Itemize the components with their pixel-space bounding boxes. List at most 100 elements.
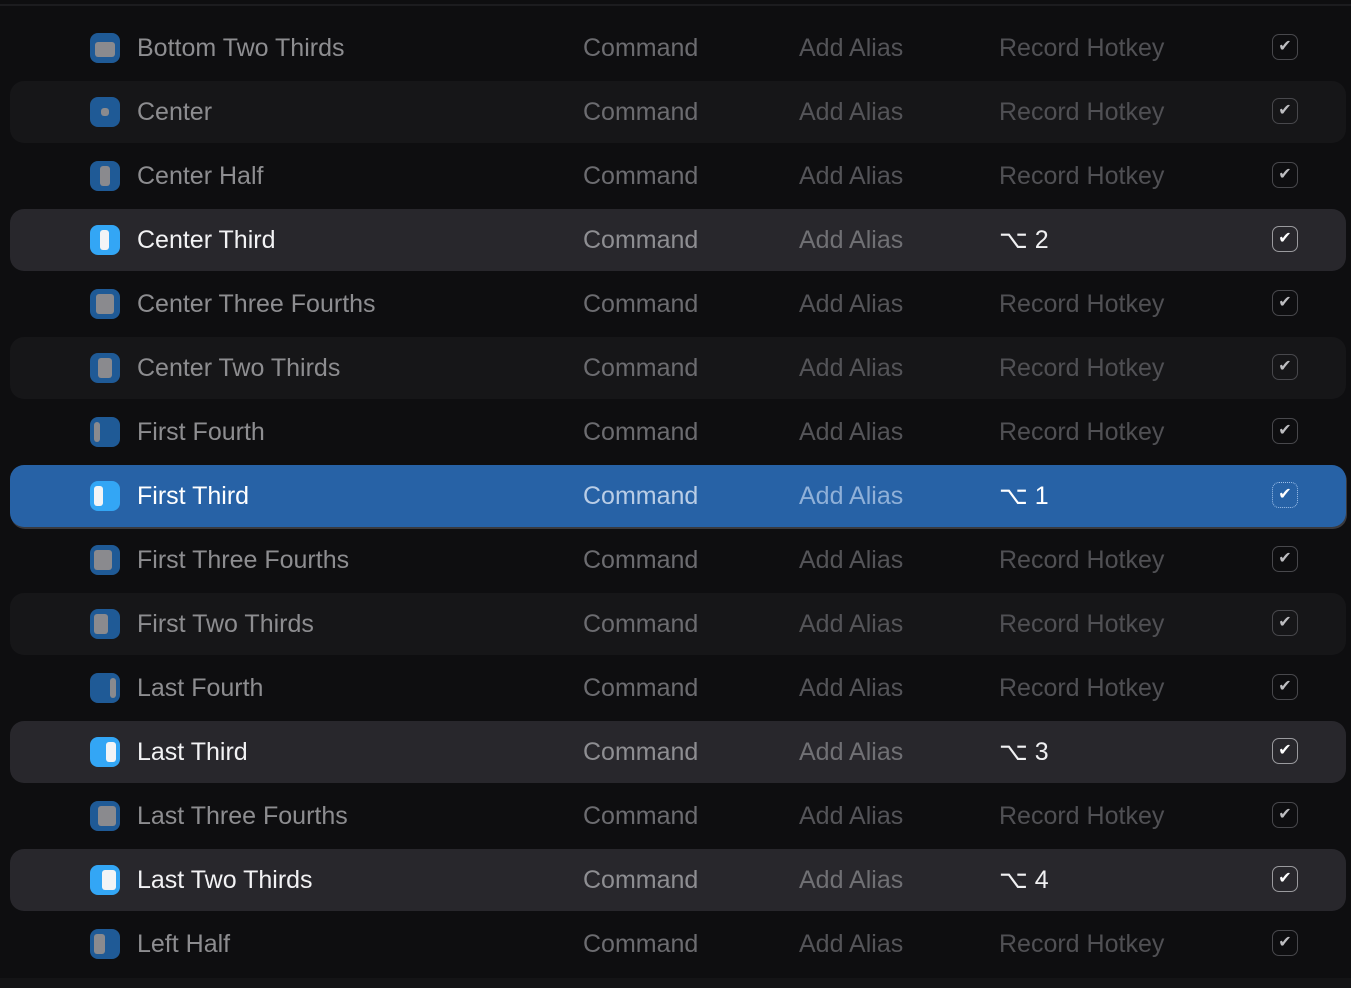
hotkey-recorder[interactable]: Record Hotkey	[999, 929, 1164, 959]
hotkey-recorder[interactable]: ⌥ 3	[999, 737, 1049, 767]
command-type: Command	[583, 290, 699, 318]
command-row[interactable]: Center Command Add Alias Record Hotkey ✔	[10, 81, 1346, 143]
enabled-checkbox[interactable]: ✔	[1272, 354, 1298, 380]
command-row[interactable]: Center Third Command Add Alias ⌥ 2 ✔	[10, 209, 1346, 271]
first-two-thirds-icon	[90, 609, 120, 639]
command-row[interactable]: Last Two Thirds Command Add Alias ⌥ 4 ✔	[10, 849, 1346, 911]
add-alias-button[interactable]: Add Alias	[799, 801, 903, 831]
add-alias-button[interactable]: Add Alias	[799, 33, 903, 63]
command-type: Command	[583, 546, 699, 574]
center-icon	[90, 97, 120, 127]
add-alias-button[interactable]: Add Alias	[799, 929, 903, 959]
add-alias-button[interactable]: Add Alias	[799, 865, 903, 895]
hotkey-recorder[interactable]: Record Hotkey	[999, 801, 1164, 831]
last-third-icon	[90, 737, 120, 767]
checkmark-icon: ✔	[1278, 678, 1292, 695]
command-row[interactable]: Center Two Thirds Command Add Alias Reco…	[10, 337, 1346, 399]
hotkey-recorder[interactable]: Record Hotkey	[999, 353, 1164, 383]
add-alias-button[interactable]: Add Alias	[799, 289, 903, 319]
enabled-checkbox[interactable]: ✔	[1272, 290, 1298, 316]
add-alias-button[interactable]: Add Alias	[799, 97, 903, 127]
enabled-checkbox[interactable]: ✔	[1272, 866, 1298, 892]
checkmark-icon: ✔	[1278, 934, 1292, 951]
command-name: Last Three Fourths	[137, 802, 348, 830]
hotkey-recorder[interactable]: ⌥ 2	[999, 225, 1049, 255]
command-type: Command	[583, 34, 699, 62]
enabled-checkbox[interactable]: ✔	[1272, 162, 1298, 188]
left-half-icon	[90, 929, 120, 959]
checkmark-icon: ✔	[1278, 422, 1292, 439]
command-row[interactable]: Last Third Command Add Alias ⌥ 3 ✔	[10, 721, 1346, 783]
enabled-checkbox[interactable]: ✔	[1272, 930, 1298, 956]
add-alias-button[interactable]: Add Alias	[799, 481, 903, 511]
command-type: Command	[583, 738, 699, 766]
add-alias-button[interactable]: Add Alias	[799, 225, 903, 255]
command-type: Command	[583, 354, 699, 382]
command-name: Left Half	[137, 930, 231, 958]
enabled-checkbox[interactable]: ✔	[1272, 674, 1298, 700]
checkmark-icon: ✔	[1278, 38, 1292, 55]
checkmark-icon: ✔	[1278, 870, 1292, 887]
center-two-thirds-icon	[90, 353, 120, 383]
command-row[interactable]: Last Three Fourths Command Add Alias Rec…	[10, 785, 1346, 847]
last-two-thirds-icon	[90, 865, 120, 895]
command-row[interactable]: Last Fourth Command Add Alias Record Hot…	[10, 657, 1346, 719]
hotkey-recorder[interactable]: Record Hotkey	[999, 33, 1164, 63]
hotkey-recorder[interactable]: ⌥ 4	[999, 865, 1049, 895]
enabled-checkbox[interactable]: ✔	[1272, 98, 1298, 124]
enabled-checkbox[interactable]: ✔	[1272, 418, 1298, 444]
command-type: Command	[583, 674, 699, 702]
hotkey-recorder[interactable]: Record Hotkey	[999, 97, 1164, 127]
center-three-fourths-icon	[90, 289, 120, 319]
enabled-checkbox[interactable]: ✔	[1272, 802, 1298, 828]
command-row[interactable]: Center Three Fourths Command Add Alias R…	[10, 273, 1346, 335]
command-row[interactable]: Bottom Two Thirds Command Add Alias Reco…	[10, 17, 1346, 79]
command-name: Last Third	[137, 738, 248, 766]
command-type: Command	[583, 418, 699, 446]
add-alias-button[interactable]: Add Alias	[799, 545, 903, 575]
add-alias-button[interactable]: Add Alias	[799, 673, 903, 703]
enabled-checkbox[interactable]: ✔	[1272, 226, 1298, 252]
add-alias-button[interactable]: Add Alias	[799, 161, 903, 191]
enabled-checkbox[interactable]: ✔	[1272, 738, 1298, 764]
checkmark-icon: ✔	[1278, 806, 1292, 823]
command-type: Command	[583, 162, 699, 190]
add-alias-button[interactable]: Add Alias	[799, 417, 903, 447]
add-alias-button[interactable]: Add Alias	[799, 737, 903, 767]
command-name: Center	[137, 98, 213, 126]
checkmark-icon: ✔	[1278, 230, 1292, 247]
add-alias-button[interactable]: Add Alias	[799, 609, 903, 639]
hotkey-recorder[interactable]: ⌥ 1	[999, 481, 1049, 511]
command-name: Bottom Two Thirds	[137, 34, 345, 62]
checkmark-icon: ✔	[1278, 742, 1292, 759]
command-row[interactable]: First Third Command Add Alias ⌥ 1 ✔	[10, 465, 1346, 527]
command-name: Center Third	[137, 226, 276, 254]
last-three-fourths-icon	[90, 801, 120, 831]
command-row[interactable]: Center Half Command Add Alias Record Hot…	[10, 145, 1346, 207]
checkmark-icon: ✔	[1278, 486, 1292, 503]
enabled-checkbox[interactable]: ✔	[1272, 546, 1298, 572]
command-row[interactable]: First Three Fourths Command Add Alias Re…	[10, 529, 1346, 591]
command-type: Command	[583, 226, 699, 254]
center-half-icon	[90, 161, 120, 191]
list-top-divider	[0, 4, 1351, 6]
command-row[interactable]: Left Half Command Add Alias Record Hotke…	[10, 913, 1346, 975]
hotkey-recorder[interactable]: Record Hotkey	[999, 545, 1164, 575]
command-type: Command	[583, 610, 699, 638]
hotkey-recorder[interactable]: Record Hotkey	[999, 417, 1164, 447]
command-row[interactable]: First Two Thirds Command Add Alias Recor…	[10, 593, 1346, 655]
first-third-icon	[90, 481, 120, 511]
enabled-checkbox[interactable]: ✔	[1272, 610, 1298, 636]
enabled-checkbox[interactable]: ✔	[1272, 482, 1298, 508]
hotkey-recorder[interactable]: Record Hotkey	[999, 161, 1164, 191]
hotkey-recorder[interactable]: Record Hotkey	[999, 673, 1164, 703]
command-row[interactable]: First Fourth Command Add Alias Record Ho…	[10, 401, 1346, 463]
command-name: First Three Fourths	[137, 546, 350, 574]
command-name: Center Two Thirds	[137, 354, 341, 382]
enabled-checkbox[interactable]: ✔	[1272, 34, 1298, 60]
add-alias-button[interactable]: Add Alias	[799, 353, 903, 383]
command-name: First Two Thirds	[137, 610, 314, 638]
hotkey-recorder[interactable]: Record Hotkey	[999, 609, 1164, 639]
command-name: Center Three Fourths	[137, 290, 376, 318]
hotkey-recorder[interactable]: Record Hotkey	[999, 289, 1164, 319]
